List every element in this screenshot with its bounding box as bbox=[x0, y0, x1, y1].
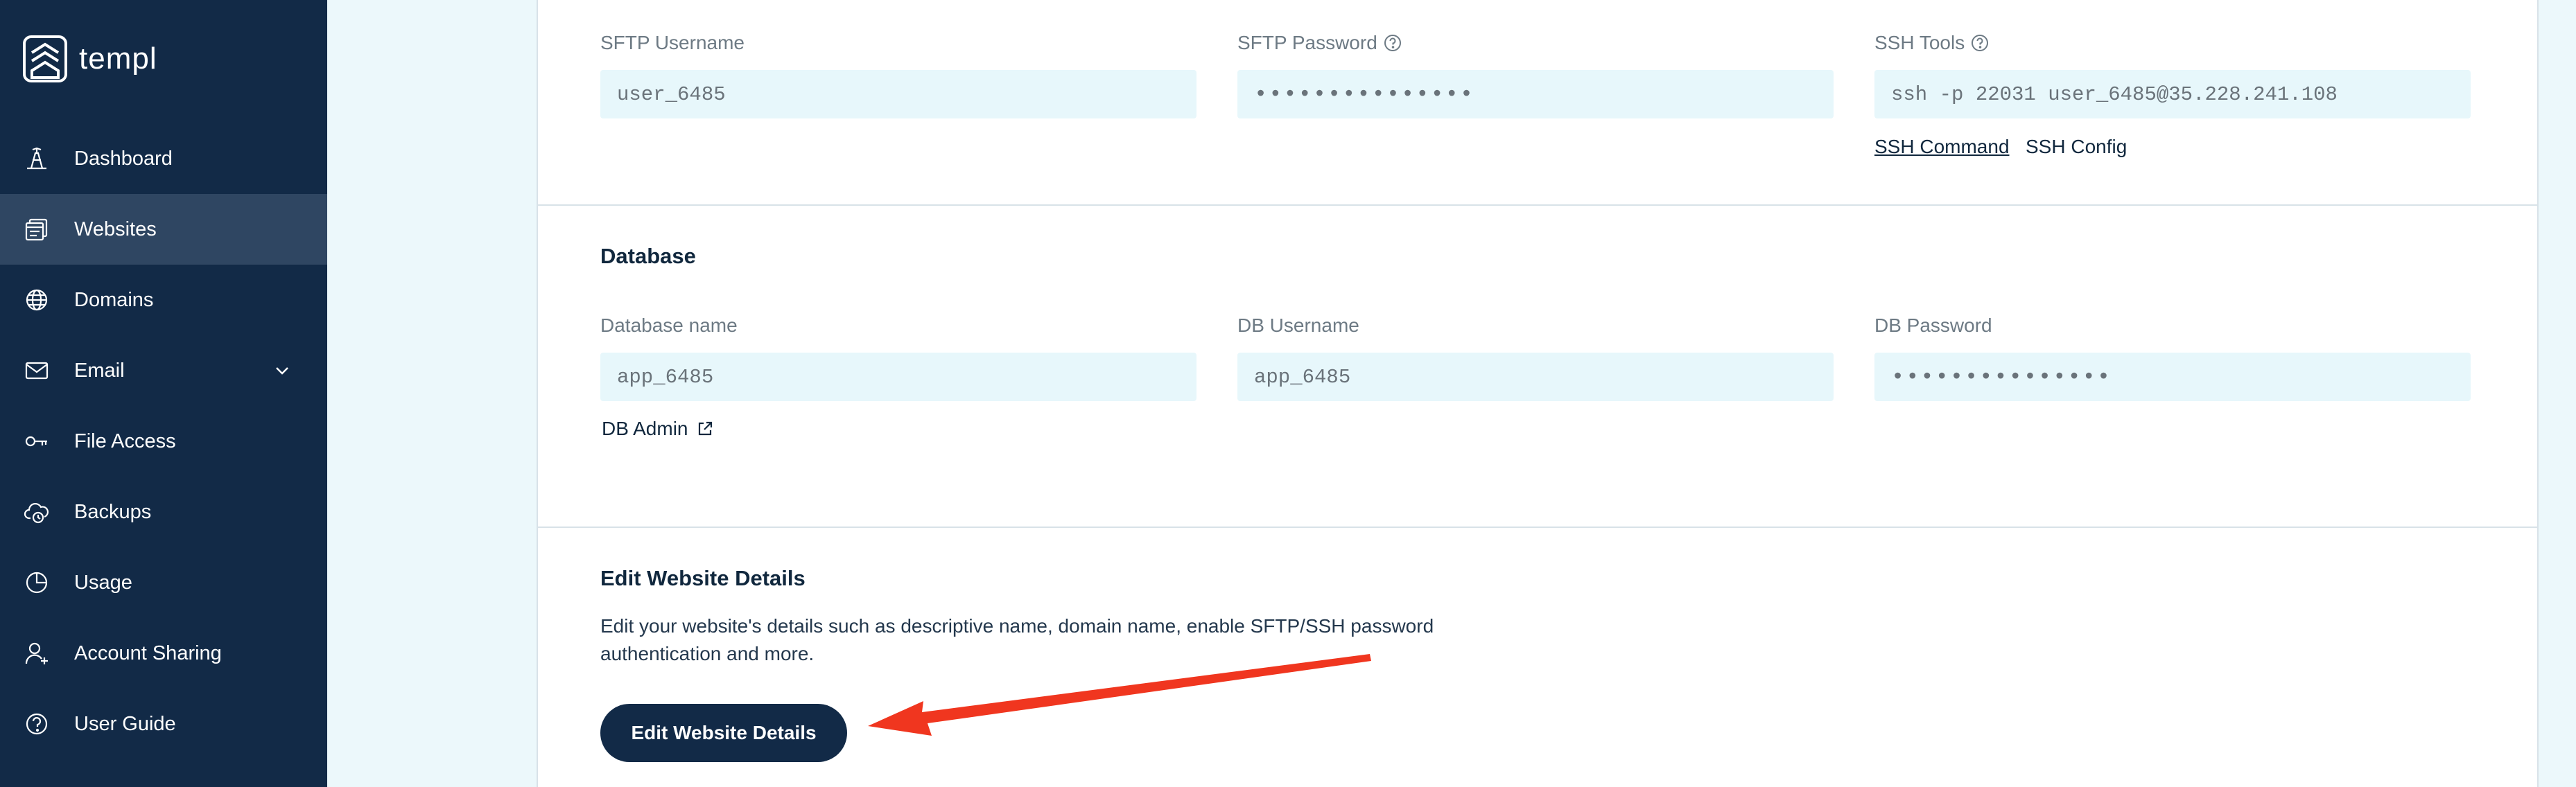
help-icon[interactable] bbox=[1970, 33, 1990, 53]
sidebar-item-user-guide[interactable]: User Guide bbox=[0, 689, 327, 759]
sidebar-item-label: Account Sharing bbox=[74, 642, 222, 664]
globe-icon bbox=[22, 285, 51, 315]
user-plus-icon bbox=[22, 639, 51, 668]
edit-details-section-title: Edit Website Details bbox=[600, 566, 806, 590]
cloud-backup-icon bbox=[22, 497, 51, 527]
key-icon bbox=[22, 427, 51, 456]
help-icon[interactable] bbox=[1383, 33, 1402, 53]
ssh-command-tab[interactable]: SSH Command bbox=[1874, 136, 2010, 158]
sidebar-item-usage[interactable]: Usage bbox=[0, 547, 327, 618]
sidebar-item-label: Websites bbox=[74, 218, 157, 240]
brand-logo[interactable]: templ bbox=[22, 35, 157, 83]
envelope-icon bbox=[22, 356, 51, 385]
websites-icon bbox=[22, 215, 51, 244]
sidebar: templ Dashboard Websites Domains Email F… bbox=[0, 0, 327, 787]
sidebar-item-websites[interactable]: Websites bbox=[0, 194, 327, 265]
sidebar-item-label: User Guide bbox=[74, 712, 176, 735]
chevron-down-icon[interactable] bbox=[272, 360, 293, 381]
db-username-label: DB Username bbox=[1237, 315, 1359, 336]
db-password-label: DB Password bbox=[1874, 315, 1992, 336]
sidebar-item-dashboard[interactable]: Dashboard bbox=[0, 123, 327, 194]
db-admin-link[interactable]: DB Admin bbox=[602, 418, 715, 440]
sidebar-item-label: File Access bbox=[74, 430, 176, 452]
pie-chart-icon bbox=[22, 568, 51, 597]
database-name-label: Database name bbox=[600, 315, 738, 336]
db-username-field[interactable]: app_6485 bbox=[1237, 353, 1834, 401]
ssh-tools-label: SSH Tools bbox=[1874, 32, 1990, 54]
sidebar-item-email[interactable]: Email bbox=[0, 335, 327, 406]
brand-name: templ bbox=[79, 42, 157, 76]
sidebar-item-label: Dashboard bbox=[74, 147, 173, 170]
sftp-password-field[interactable]: ••••••••••••••• bbox=[1237, 70, 1834, 118]
section-divider bbox=[537, 204, 2537, 206]
sidebar-item-label: Usage bbox=[74, 571, 132, 594]
sidebar-item-backups[interactable]: Backups bbox=[0, 477, 327, 547]
database-name-field[interactable]: app_6485 bbox=[600, 353, 1196, 401]
annotation-arrow-icon bbox=[868, 654, 1371, 736]
external-link-icon bbox=[698, 421, 712, 436]
sidebar-item-label: Backups bbox=[74, 500, 152, 523]
sidebar-item-domains[interactable]: Domains bbox=[0, 265, 327, 335]
sidebar-item-file-access[interactable]: File Access bbox=[0, 406, 327, 477]
templ-logo-icon bbox=[23, 35, 67, 82]
ssh-config-tab[interactable]: SSH Config bbox=[2026, 136, 2127, 158]
sidebar-item-account-sharing[interactable]: Account Sharing bbox=[0, 618, 327, 689]
sidebar-item-label: Domains bbox=[74, 288, 154, 311]
sftp-username-field[interactable]: user_6485 bbox=[600, 70, 1196, 118]
ssh-command-field[interactable]: ssh -p 22031 user_6485@35.228.241.108 bbox=[1874, 70, 2471, 118]
sidebar-item-label: Email bbox=[74, 359, 125, 382]
db-password-field[interactable]: ••••••••••••••• bbox=[1874, 353, 2471, 401]
database-section-title: Database bbox=[600, 244, 696, 268]
section-divider bbox=[537, 527, 2537, 528]
dashboard-icon bbox=[22, 144, 51, 173]
edit-website-details-button[interactable]: Edit Website Details bbox=[600, 704, 847, 762]
help-circle-icon bbox=[22, 709, 51, 739]
sftp-password-label: SFTP Password bbox=[1237, 32, 1402, 54]
sftp-username-label: SFTP Username bbox=[600, 32, 745, 53]
